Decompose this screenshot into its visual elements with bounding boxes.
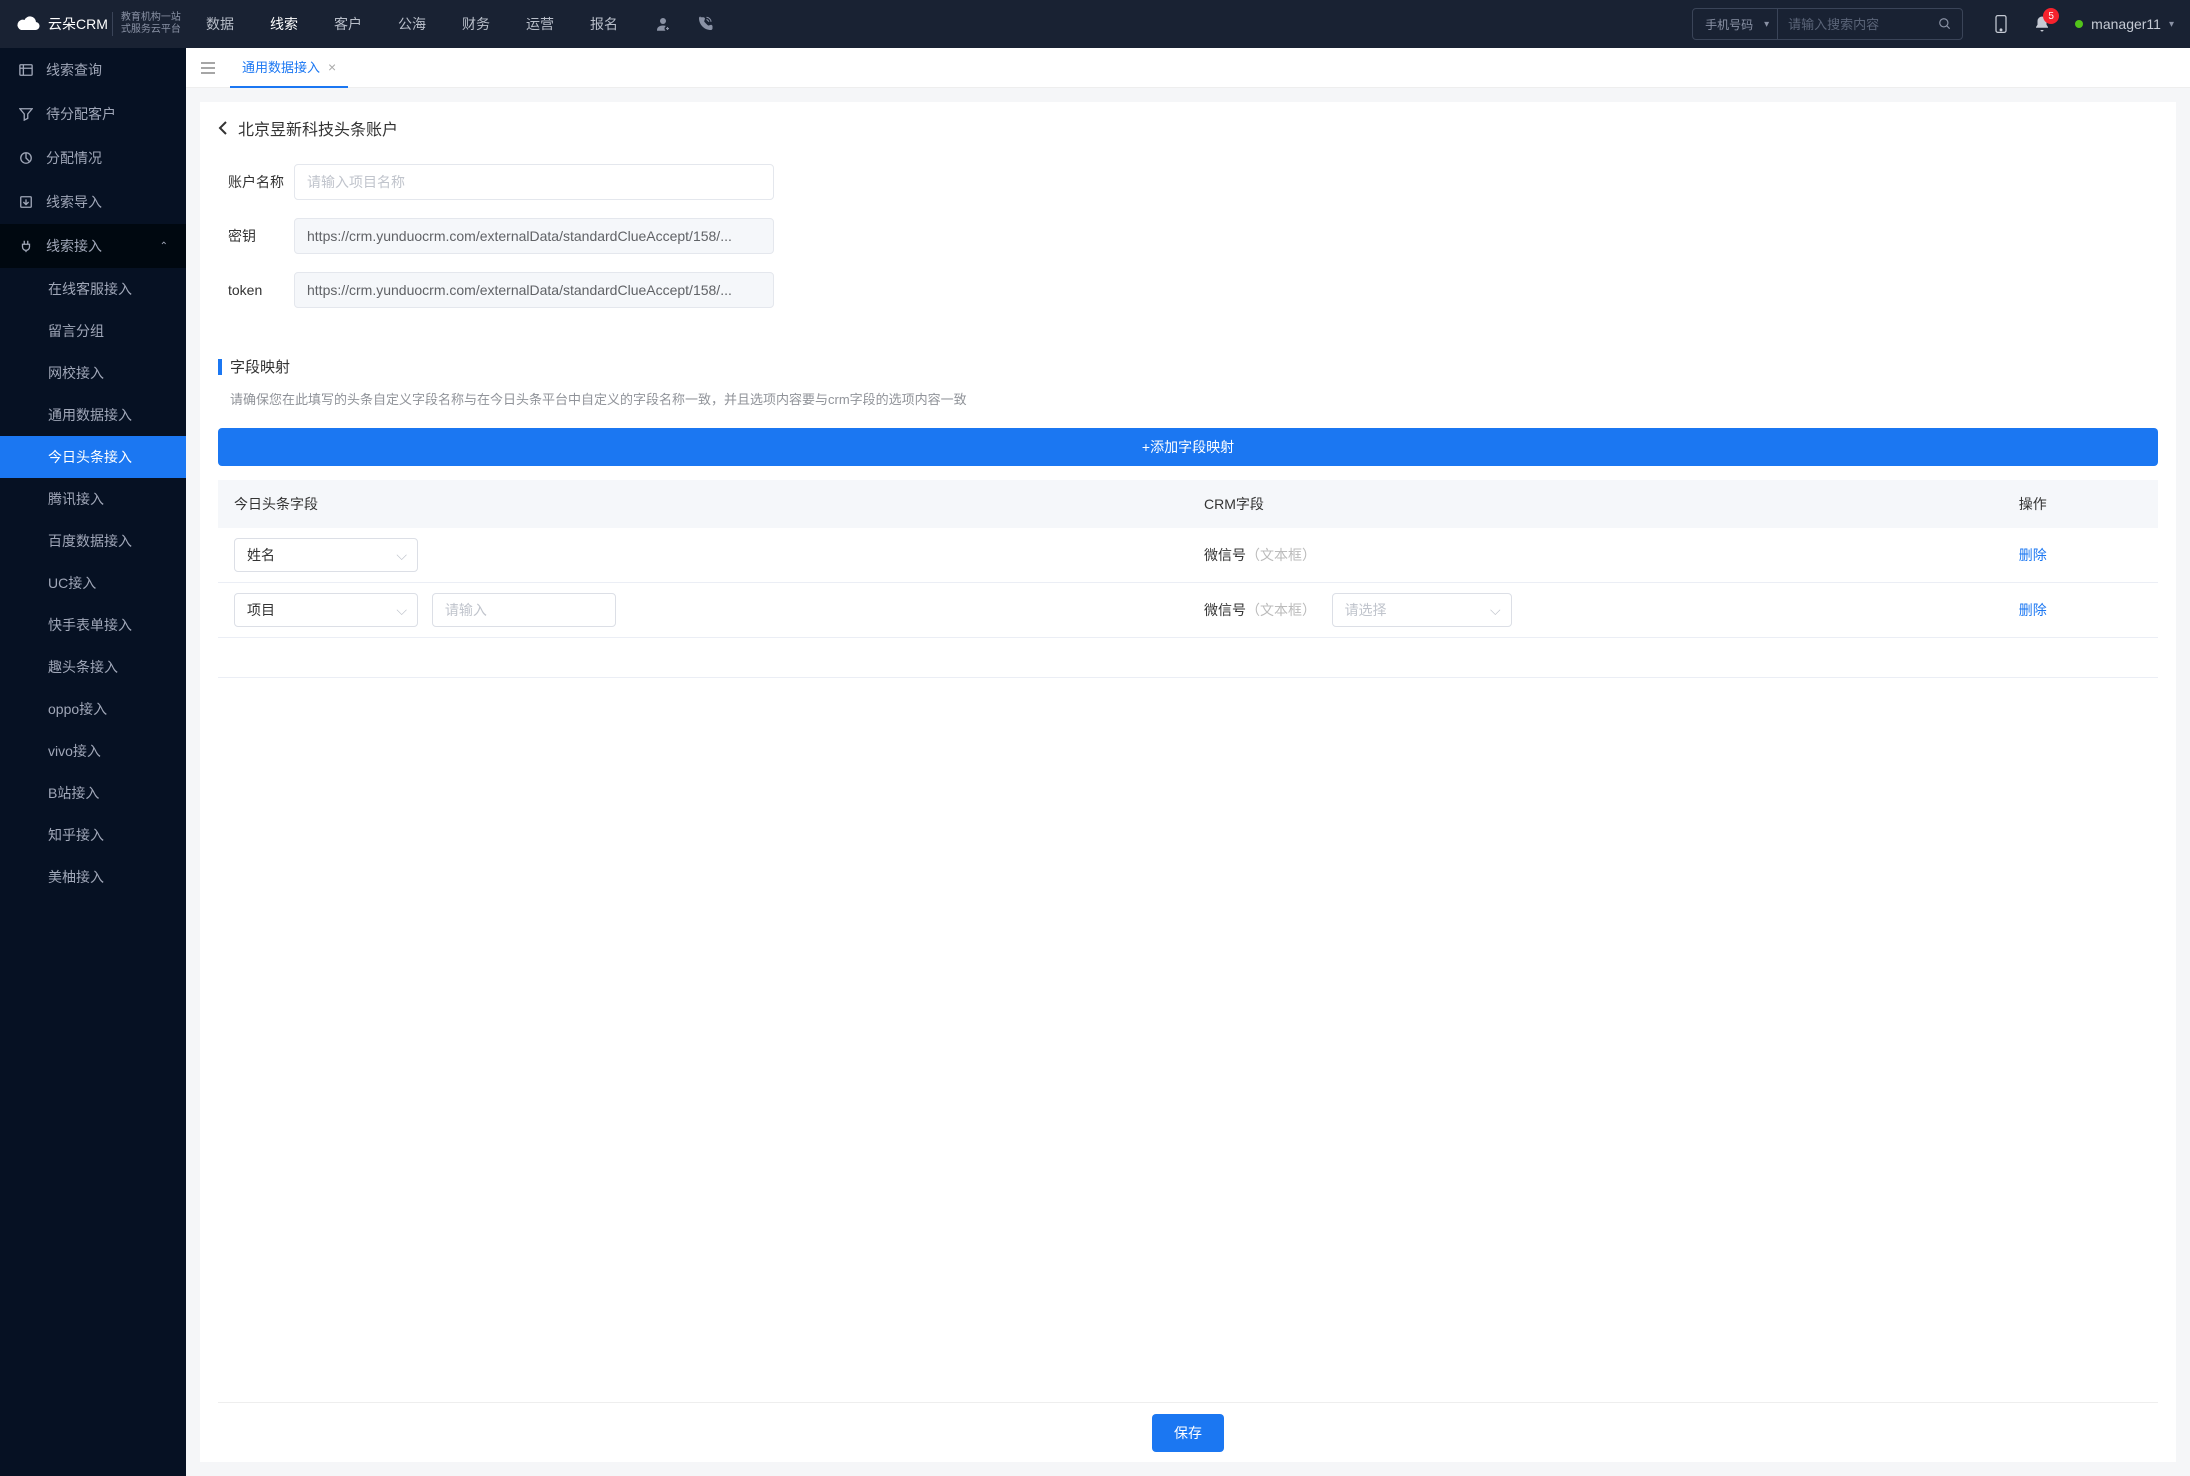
nav-finance[interactable]: 财务 — [462, 14, 490, 34]
delete-row-1[interactable]: 删除 — [2019, 602, 2047, 618]
search-box: 手机号码 — [1692, 8, 1963, 40]
mapping-table: 今日头条字段 CRM字段 操作 姓名 微信号（文本框） — [218, 480, 2158, 678]
section-bar-icon — [218, 359, 222, 375]
sidebar-sub-baidu[interactable]: 百度数据接入 — [0, 520, 186, 562]
sidebar-sub-online-cs[interactable]: 在线客服接入 — [0, 268, 186, 310]
crm-field-0: 微信号 — [1204, 547, 1246, 563]
col-action: 操作 — [2003, 480, 2158, 528]
sidebar-sub-qutoutiao[interactable]: 趣头条接入 — [0, 646, 186, 688]
sidebar-sub-vivo[interactable]: vivo接入 — [0, 730, 186, 772]
table-row: 姓名 微信号（文本框） 删除 — [218, 528, 2158, 583]
sidebar-item-distribution[interactable]: 分配情况 — [0, 136, 186, 180]
bell-icon[interactable]: 5 — [2033, 14, 2051, 34]
delete-row-0[interactable]: 删除 — [2019, 547, 2047, 563]
input-secret[interactable] — [294, 218, 774, 254]
sidebar-item-clue-query[interactable]: 线索查询 — [0, 48, 186, 92]
collapse-icon[interactable] — [186, 61, 230, 75]
main-area: 通用数据接入 × 北京昱新科技头条账户 账户名称 密钥 token — [186, 48, 2190, 1476]
user-dropdown[interactable]: manager11 ▾ — [2075, 16, 2174, 32]
table-row-empty — [218, 638, 2158, 678]
close-icon[interactable]: × — [328, 59, 336, 75]
notification-badge: 5 — [2043, 8, 2059, 24]
plug-icon — [18, 239, 34, 253]
sidebar-sub-kuaishou[interactable]: 快手表单接入 — [0, 604, 186, 646]
sidebar: 线索查询 待分配客户 分配情况 线索导入 线索接入 ⌃ 在线客服接入 留言分组 … — [0, 48, 186, 1476]
chevron-up-icon: ⌃ — [160, 241, 168, 252]
sidebar-sub-meiyou[interactable]: 美柚接入 — [0, 856, 186, 898]
select-tt-field-0[interactable]: 姓名 — [234, 538, 418, 572]
logo-brand: 云朵CRM — [48, 14, 108, 34]
tabs-bar: 通用数据接入 × — [186, 48, 2190, 88]
cloud-icon — [16, 14, 42, 34]
crm-field-1: 微信号 — [1204, 602, 1246, 618]
logo-sub2: 式服务云平台 — [121, 24, 181, 36]
phone-icon[interactable] — [696, 15, 714, 33]
search-input[interactable] — [1778, 17, 1928, 32]
sidebar-sub-message-group[interactable]: 留言分组 — [0, 310, 186, 352]
section-desc: 请确保您在此填写的头条自定义字段名称与在今日头条平台中自定义的字段名称一致，并且… — [218, 389, 2158, 408]
page-title: 北京昱新科技头条账户 — [238, 116, 398, 140]
nav-ops[interactable]: 运营 — [526, 14, 554, 34]
chevron-down-icon: ▾ — [2169, 19, 2174, 30]
nav-customer[interactable]: 客户 — [334, 14, 362, 34]
nav-public[interactable]: 公海 — [398, 14, 426, 34]
search-button[interactable] — [1928, 17, 1962, 31]
import-icon — [18, 195, 34, 209]
sidebar-sub-uc[interactable]: UC接入 — [0, 562, 186, 604]
sidebar-submenu: 在线客服接入 留言分组 网校接入 通用数据接入 今日头条接入 腾讯接入 百度数据… — [0, 268, 186, 898]
username: manager11 — [2091, 16, 2161, 32]
select-tt-field-1[interactable]: 项目 — [234, 593, 418, 627]
sidebar-sub-toutiao[interactable]: 今日头条接入 — [0, 436, 186, 478]
nav-data[interactable]: 数据 — [206, 14, 234, 34]
sidebar-sub-oppo[interactable]: oppo接入 — [0, 688, 186, 730]
sidebar-sub-school[interactable]: 网校接入 — [0, 352, 186, 394]
label-token: token — [228, 282, 294, 298]
input-account-name[interactable] — [294, 164, 774, 200]
nav-signup[interactable]: 报名 — [590, 14, 618, 34]
add-mapping-button[interactable]: +添加字段映射 — [218, 428, 2158, 466]
label-account: 账户名称 — [228, 172, 294, 192]
col-tt-field: 今日头条字段 — [218, 480, 1188, 528]
section-title: 字段映射 — [230, 356, 290, 377]
sidebar-item-integration[interactable]: 线索接入 ⌃ — [0, 224, 186, 268]
list-icon — [18, 63, 34, 77]
sidebar-sub-bilibili[interactable]: B站接入 — [0, 772, 186, 814]
sidebar-sub-zhihu[interactable]: 知乎接入 — [0, 814, 186, 856]
pie-icon — [18, 151, 34, 165]
logo: 云朵CRM 教育机构一站 式服务云平台 — [16, 12, 186, 36]
tab-label: 通用数据接入 — [242, 57, 320, 76]
search-type-select[interactable]: 手机号码 — [1693, 9, 1778, 39]
content-panel: 北京昱新科技头条账户 账户名称 密钥 token 字段映射 请确保您在此填写的头… — [200, 102, 2176, 1462]
mobile-icon[interactable] — [1993, 14, 2009, 34]
top-header: 云朵CRM 教育机构一站 式服务云平台 数据 线索 客户 公海 财务 运营 报名… — [0, 0, 2190, 48]
tab-generic-data[interactable]: 通用数据接入 × — [230, 48, 348, 88]
crm-hint-1: （文本框） — [1246, 602, 1316, 618]
user-icon[interactable] — [654, 15, 672, 33]
sidebar-sub-generic[interactable]: 通用数据接入 — [0, 394, 186, 436]
crm-hint-0: （文本框） — [1246, 547, 1316, 563]
sidebar-item-import[interactable]: 线索导入 — [0, 180, 186, 224]
back-arrow-icon[interactable] — [218, 120, 228, 136]
top-nav: 数据 线索 客户 公海 财务 运营 报名 — [206, 14, 618, 34]
sidebar-item-pending[interactable]: 待分配客户 — [0, 92, 186, 136]
save-button[interactable]: 保存 — [1152, 1414, 1224, 1452]
footer-bar: 保存 — [218, 1402, 2158, 1462]
sidebar-sub-tencent[interactable]: 腾讯接入 — [0, 478, 186, 520]
nav-clues[interactable]: 线索 — [270, 14, 298, 34]
input-token[interactable] — [294, 272, 774, 308]
select-crm-field-1[interactable]: 请选择 — [1332, 593, 1512, 627]
col-crm-field: CRM字段 — [1188, 480, 2003, 528]
table-row: 项目 微信号（文本框） 请选择 删除 — [218, 583, 2158, 638]
label-secret: 密钥 — [228, 226, 294, 246]
status-dot-icon — [2075, 20, 2083, 28]
funnel-icon — [18, 107, 34, 121]
logo-sub1: 教育机构一站 — [121, 12, 181, 24]
input-tt-custom-1[interactable] — [432, 593, 616, 627]
